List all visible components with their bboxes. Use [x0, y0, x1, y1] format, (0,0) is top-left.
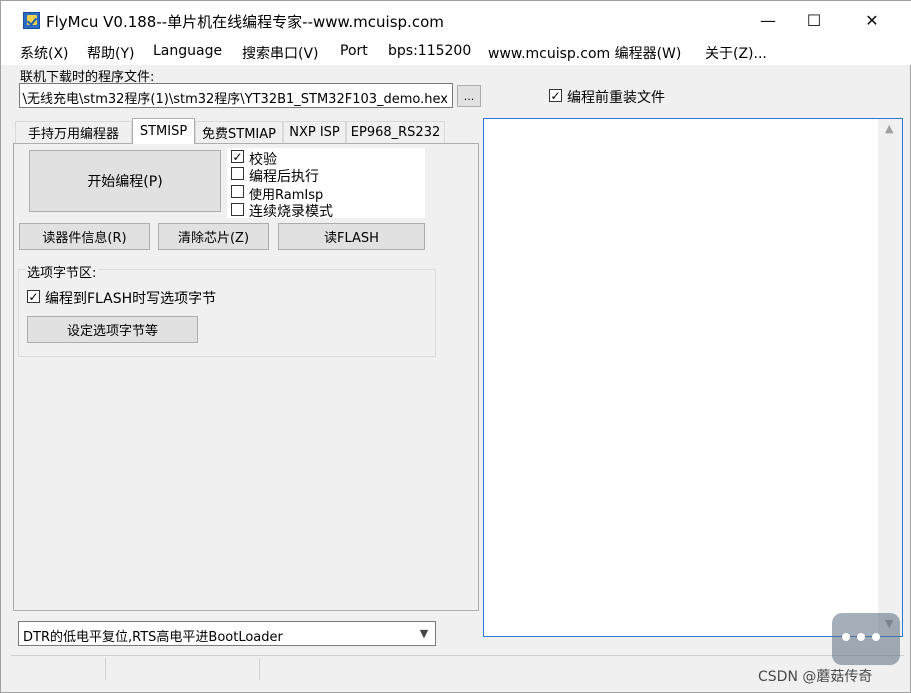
run-after-program-checkbox[interactable] — [231, 167, 244, 180]
option-bytes-title: 选项字节区: — [25, 262, 99, 281]
tab-ep968-rs232[interactable]: EP968_RS232 — [346, 121, 445, 143]
menu-programmer[interactable]: www.mcuisp.com 编程器(W) — [488, 43, 681, 63]
scroll-up-icon[interactable]: ▲ — [885, 122, 893, 135]
log-scrollbar[interactable] — [878, 119, 902, 636]
status-divider — [259, 658, 260, 680]
continuous-mode-label: 连续烧录模式 — [249, 204, 333, 220]
app-logo-icon — [23, 12, 40, 29]
window-title: FlyMcu V0.188--单片机在线编程专家--www.mcuisp.com — [46, 13, 444, 31]
menu-system[interactable]: 系统(X) — [20, 43, 69, 63]
close-button[interactable]: ✕ — [849, 5, 895, 35]
csdn-watermark: CSDN @蘑菇传奇 — [758, 669, 873, 685]
reload-file-label: 编程前重装文件 — [567, 90, 665, 106]
status-divider — [105, 658, 106, 680]
set-option-bytes-button[interactable]: 设定选项字节等 — [27, 316, 198, 343]
continuous-mode-checkbox[interactable] — [231, 203, 244, 216]
program-file-path: \无线充电\stm32程序(1)\stm32程序\YT32B1_STM32F10… — [22, 92, 448, 107]
tab-free-stmiap[interactable]: 免费STMIAP — [195, 121, 283, 143]
reload-file-checkbox[interactable]: ✓ — [549, 89, 562, 102]
log-output-area[interactable] — [483, 118, 903, 637]
reset-mode-value: DTR的低电平复位,RTS高电平进BootLoader — [23, 630, 283, 645]
chevron-down-icon[interactable]: ▼ — [413, 622, 435, 645]
check-icon: ✓ — [28, 289, 39, 304]
menu-search-port[interactable]: 搜索串口(V) — [242, 43, 319, 63]
app-window: FlyMcu V0.188--单片机在线编程专家--www.mcuisp.com… — [0, 0, 911, 693]
option-bytes-group — [18, 269, 436, 357]
write-option-bytes-checkbox[interactable]: ✓ — [27, 290, 40, 303]
write-option-bytes-label: 编程到FLASH时写选项字节 — [45, 291, 217, 307]
read-device-info-button[interactable]: 读器件信息(R) — [19, 223, 150, 250]
menu-language[interactable]: Language — [153, 43, 222, 59]
verify-checkbox[interactable]: ✓ — [231, 150, 244, 163]
menu-port[interactable]: Port — [340, 43, 368, 59]
read-flash-button[interactable]: 读FLASH — [278, 223, 425, 250]
use-ramisp-checkbox[interactable] — [231, 185, 244, 198]
tab-handheld-programmer[interactable]: 手持万用编程器 — [15, 121, 132, 143]
tab-nxp-isp[interactable]: NXP ISP — [283, 121, 346, 143]
minimize-button[interactable]: — — [745, 5, 791, 35]
program-file-field[interactable]: \无线充电\stm32程序(1)\stm32程序\YT32B1_STM32F10… — [19, 83, 453, 108]
erase-chip-button[interactable]: 清除芯片(Z) — [158, 223, 269, 250]
tab-stmisp[interactable]: STMISP — [132, 118, 195, 144]
reset-mode-select[interactable]: DTR的低电平复位,RTS高电平进BootLoader ▼ — [18, 621, 436, 646]
run-after-program-label: 编程后执行 — [249, 169, 319, 185]
check-icon: ✓ — [550, 88, 561, 103]
check-icon: ✓ — [232, 149, 243, 164]
chat-bubble-icon — [832, 613, 900, 665]
menu-about[interactable]: 关于(Z)... — [705, 43, 767, 63]
maximize-button[interactable]: ☐ — [791, 5, 837, 35]
browse-button[interactable]: ... — [457, 85, 481, 107]
menu-bps[interactable]: bps:115200 — [388, 43, 471, 59]
start-programming-button[interactable]: 开始编程(P) — [29, 150, 221, 212]
menu-help[interactable]: 帮助(Y) — [87, 43, 134, 63]
